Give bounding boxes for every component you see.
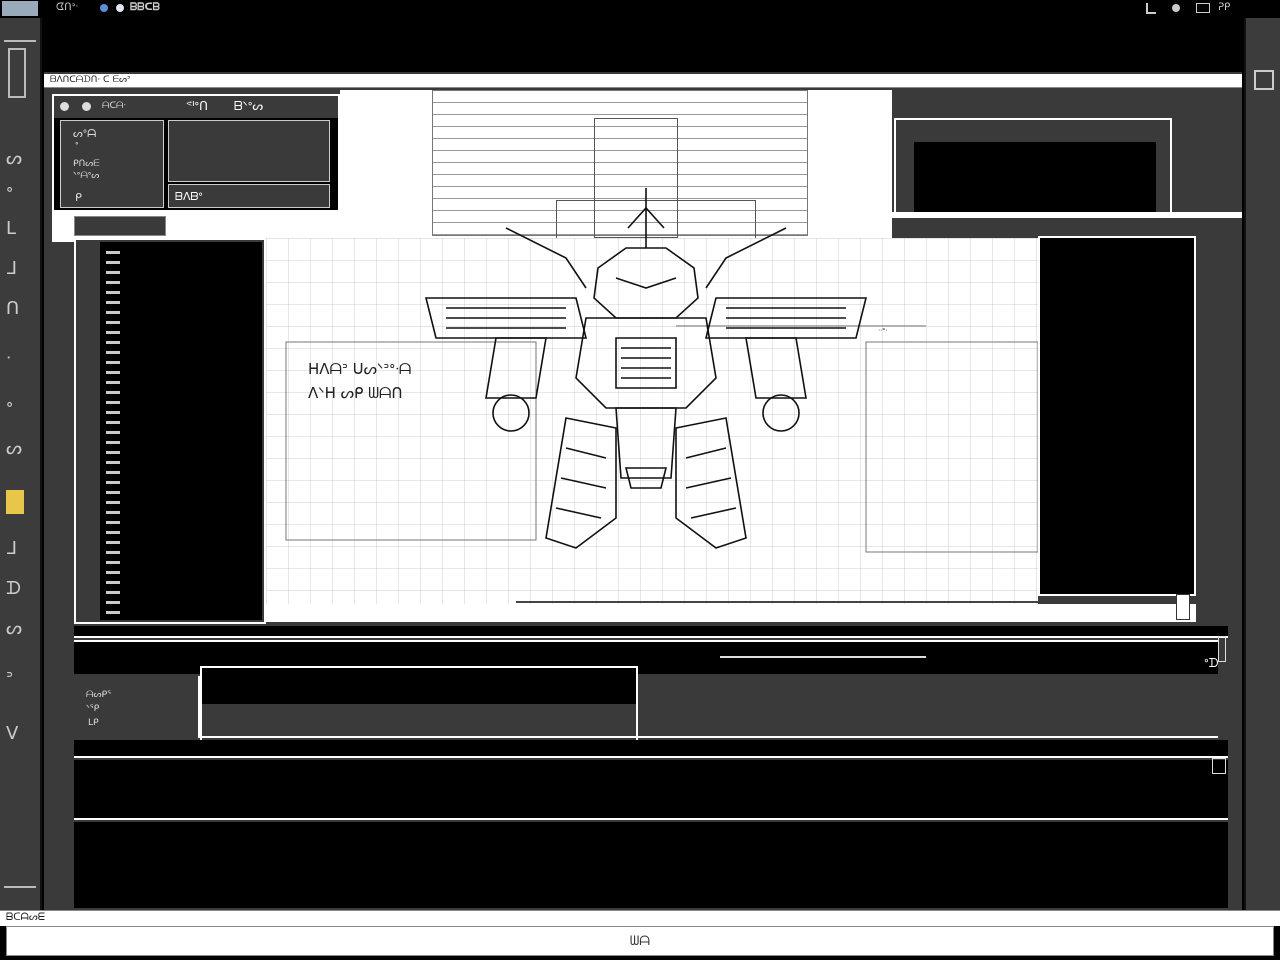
- drawing-canvas[interactable]: ᕼᐱᗩᐣ ᑌᔕᐠᐣᐤᐧᗩ ᐱᐠᕼ ᔕᑭ ᗯᗩᑎ ᐧᐧᐣᐧ: [266, 188, 1038, 604]
- eyedropper-tool-icon[interactable]: ᐯ: [6, 723, 18, 744]
- top-bar: ᗧᑎᐣᐧ ᗷᗷᑕᗷ ᕈᑭ: [0, 0, 1280, 18]
- leader-label: ᐧᐧᐣᐧ: [878, 326, 888, 335]
- status-center: ᗯᗩ: [629, 934, 651, 949]
- timeline-info: ᗩᔕᑭᕐ ᐠᕐᑭ ᒪᑭ: [74, 676, 200, 738]
- timeline-label: ᒪᑭ: [88, 718, 99, 728]
- panel-toggle-icon[interactable]: [1254, 70, 1274, 90]
- console-header: [74, 740, 1228, 758]
- toolbar-separator: [4, 886, 36, 888]
- properties-list: ᔕᐤᗩ ᐤ ᑭᑎᔕᗴ ᐠᐤᗩᐤᔕ ᑭ: [60, 120, 164, 208]
- window-icon[interactable]: [1196, 3, 1210, 13]
- tab-files[interactable]: ᗷᐠᐤᔕ: [234, 99, 263, 114]
- record-icon[interactable]: [60, 102, 69, 111]
- console-extra: [74, 822, 1228, 908]
- hand-tool-icon[interactable]: ᗪ: [6, 578, 21, 599]
- timeline-ruler: [74, 626, 1228, 638]
- annotation-text: ᕼᐱᗩᐣ ᑌᔕᐠᐣᐤᐧᗩ: [308, 360, 412, 378]
- timeline-label: ᗩᔕᑭᕐ: [86, 690, 111, 700]
- user-icon[interactable]: [1172, 4, 1180, 12]
- property-value: ᑭ: [75, 191, 82, 204]
- property-value: ᐠᐤᗩᐤᔕ: [73, 171, 100, 181]
- properties-panel: ᗩᑕᗩᐧ ᕝᑊᐤᑎ ᗷᐠᐤᔕ ᔕᐤᗩ ᐤ ᑭᑎᔕᗴ ᐠᐤᗩᐤᔕ ᑭ ᗷᐱᗷᐤ: [52, 94, 340, 212]
- clip-preview: [202, 668, 636, 704]
- rotate-tool-icon[interactable]: ᐧ: [6, 348, 11, 369]
- left-toolbar: ᔕ ᐤ ᒪ ᒧ ᑎ ᐧ ᐤ ᔕ ᒧ ᗪ ᔕ ᐣ ᐯ: [0, 18, 42, 910]
- properties-header: ᗩᑕᗩᐧ ᕝᑊᐤᑎ ᗷᐠᐤᔕ: [54, 96, 338, 118]
- pen-tool-icon[interactable]: [8, 48, 26, 98]
- reference-panel: [1038, 236, 1196, 596]
- sync-icon[interactable]: [100, 4, 108, 12]
- bottom-strip: ᗷᑕᗩᔕᗴ: [0, 910, 1280, 926]
- right-toolbar: [1244, 18, 1280, 910]
- bottom-strip-label: ᗷᑕᗩᔕᗴ: [6, 912, 45, 923]
- stop-icon[interactable]: [82, 102, 91, 111]
- inspector-divider: [892, 212, 1242, 218]
- text-tool-icon[interactable]: ᒪ: [6, 218, 16, 239]
- status-bar: ᗯᗩ: [6, 926, 1274, 956]
- inspector-preview: [914, 142, 1156, 212]
- layer-panel: [74, 238, 266, 624]
- layer-tool-icon[interactable]: ᔕ: [6, 618, 22, 639]
- app-logo[interactable]: [2, 1, 38, 16]
- measure-tool-icon[interactable]: ᑎ: [6, 298, 19, 319]
- grid-tool-icon[interactable]: ᐤ: [6, 183, 13, 204]
- menu-label[interactable]: ᗧᑎᐣᐧ: [56, 2, 78, 13]
- fill-tool-icon[interactable]: ᐣ: [6, 668, 13, 689]
- timeline-range[interactable]: [720, 656, 926, 658]
- document-title-bar: ᗷᐱᑎᑕᗩᗪᑎ· ᑕ ᗴᔕᐣ: [44, 74, 1242, 88]
- document-title: ᗷᐱᑎᑕᗩᗪᑎ· ᑕ ᗴᔕᐣ: [50, 75, 131, 85]
- zoom-tool-icon[interactable]: ᒧ: [6, 538, 17, 559]
- property-name: ᔕᐤᗩ: [73, 127, 97, 140]
- inspector-panel: [892, 90, 1242, 212]
- timeline-label: ᐠᕐᑭ: [86, 704, 100, 714]
- console-output[interactable]: [74, 760, 1228, 820]
- apply-button[interactable]: ᗷᐱᗷᐤ: [168, 184, 330, 208]
- scroll-thumb[interactable]: [1176, 594, 1190, 620]
- property-name: ᑭᑎᔕᗴ: [73, 159, 100, 169]
- robot-lineart: [424, 188, 868, 549]
- property-value: ᐤ: [75, 141, 79, 151]
- toolbar-separator: [4, 40, 36, 42]
- panel-title: ᗩᑕᗩᐧ: [102, 101, 126, 111]
- tab-outline[interactable]: ᕝᑊᐤᑎ: [186, 99, 208, 113]
- timeline-panel: ᗩᔕᑭᕐ ᐠᕐᑭ ᒪᑭ: [74, 640, 1218, 740]
- ellipse-tool-icon[interactable]: ᐤ: [6, 398, 13, 419]
- console-scrollbar[interactable]: [1212, 758, 1226, 774]
- curve-tool-icon[interactable]: ᔕ: [6, 438, 22, 459]
- canvas-footer: [266, 604, 1196, 622]
- clip-frame[interactable]: [200, 666, 638, 740]
- status-icon[interactable]: [116, 4, 124, 12]
- annotation-text: ᐱᐠᕼ ᔕᑭ ᗯᗩᑎ: [308, 384, 403, 402]
- document-name: ᗷᗷᑕᗷ: [130, 2, 160, 13]
- line-tool-icon[interactable]: ᒧ: [6, 258, 17, 279]
- select-tool-icon[interactable]: ᔕ: [6, 148, 22, 169]
- apply-button-label: ᗷᐱᗷᐤ: [175, 190, 203, 203]
- timeline-scrollbar[interactable]: [1218, 636, 1226, 662]
- layer-list[interactable]: [100, 242, 262, 620]
- layer-tab[interactable]: [74, 216, 166, 236]
- chart-icon[interactable]: [1146, 3, 1156, 14]
- highlight-tool-icon[interactable]: [6, 490, 24, 514]
- preview-box: [168, 120, 330, 182]
- window-controls[interactable]: ᕈᑭ: [1218, 2, 1230, 13]
- timeline-side-label: ᐤᗪ: [1204, 656, 1219, 670]
- layer-markers: [106, 244, 120, 618]
